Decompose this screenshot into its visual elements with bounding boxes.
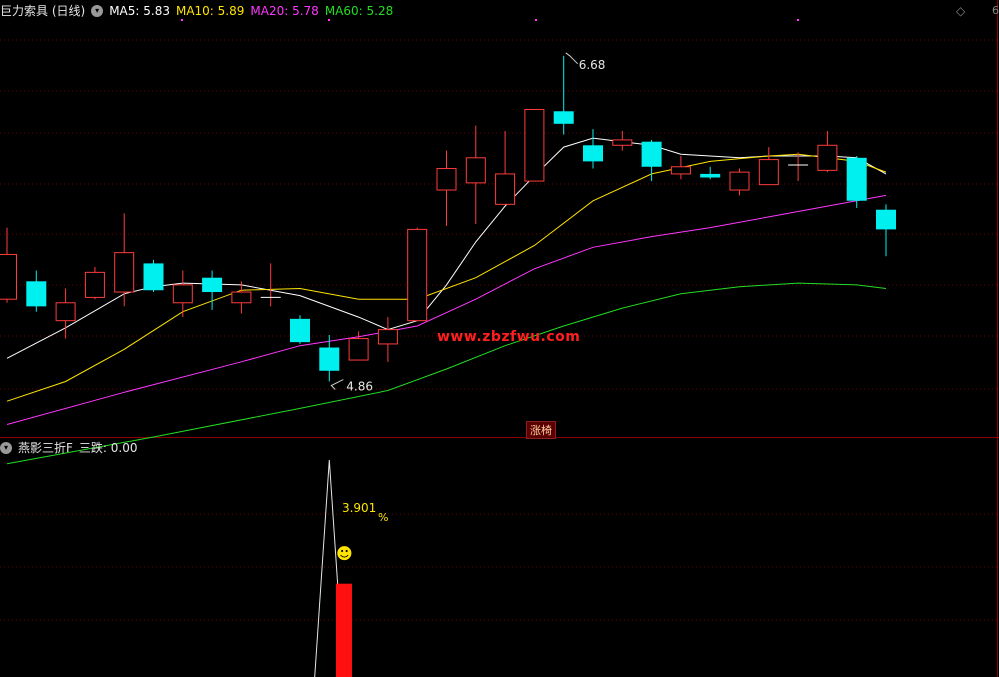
- candle: [0, 227, 17, 303]
- candle: [700, 166, 721, 180]
- candle-body: [612, 139, 633, 146]
- low-price-label: 4.86: [346, 380, 373, 394]
- candle: [876, 204, 896, 257]
- candle-body: [0, 253, 17, 300]
- candle: [729, 168, 750, 196]
- candle: [788, 152, 809, 182]
- high-pointer: [565, 52, 579, 65]
- candle-body: [172, 284, 193, 304]
- candle-body: [407, 228, 428, 322]
- candle: [846, 156, 867, 208]
- candle: [612, 130, 633, 151]
- ma10-legend: MA10: 5.89: [175, 4, 245, 18]
- indicator-header: ▾ 燕影三折F 三跌: 0.00: [0, 438, 143, 458]
- candle: [407, 227, 428, 322]
- candle-body: [231, 291, 252, 304]
- candle-body: [290, 318, 310, 343]
- candle: [172, 270, 193, 318]
- candle-body: [84, 271, 105, 298]
- candle: [377, 317, 398, 362]
- candle-body: [436, 168, 457, 191]
- candle-body: [817, 144, 838, 171]
- candle-body: [319, 347, 340, 371]
- low-pointer: [330, 379, 344, 390]
- ma5-legend: MA5: 5.83: [109, 4, 170, 18]
- candle-body: [26, 281, 47, 307]
- candle: [26, 270, 47, 312]
- candle: [817, 130, 838, 173]
- corner-text: 6: [992, 4, 999, 17]
- indicator-percent-unit: %: [378, 511, 388, 524]
- indicator-panel: 3.901% ☻: [314, 459, 388, 677]
- top-marker: [797, 19, 799, 21]
- ma-line-ma60: [6, 282, 887, 465]
- candle-body: [758, 159, 779, 186]
- candle: [436, 150, 457, 226]
- candle-body: [700, 173, 721, 178]
- candle: [143, 259, 164, 293]
- candle: [290, 315, 310, 344]
- diamond-icon[interactable]: ◇: [956, 4, 965, 18]
- indicator-title: 燕影三折F: [18, 441, 73, 455]
- candle-body: [143, 263, 164, 291]
- candle-body: [583, 145, 603, 162]
- candle-body: [202, 277, 223, 293]
- candle: [495, 130, 516, 205]
- candle-body: [114, 252, 135, 293]
- candle-body: [55, 302, 76, 322]
- indicator-percent-label: 3.901: [342, 501, 376, 515]
- candle-body: [876, 209, 896, 230]
- indicator-bar: [335, 583, 352, 677]
- candle-body: [377, 329, 398, 345]
- candle-body: [553, 111, 574, 124]
- candle-body: [495, 173, 516, 205]
- watermark: www.zbzfwu.com: [437, 329, 581, 345]
- candle-body: [524, 108, 545, 182]
- ma20-legend: MA20: 5.78: [250, 4, 319, 18]
- candle-body: [729, 171, 750, 191]
- candle: [553, 55, 574, 135]
- chevron-down-icon[interactable]: ▾: [91, 5, 104, 17]
- high-price-label: 6.68: [579, 58, 606, 72]
- limit-up-label: 涨椅: [526, 421, 556, 439]
- main-header: 巨力索具 (日线) ▾ MA5: 5.83 MA10: 5.89 MA20: 5…: [0, 1, 399, 21]
- candle-body: [641, 141, 662, 167]
- candle: [583, 129, 603, 169]
- chevron-down-icon[interactable]: ▾: [0, 442, 12, 454]
- candle: [260, 263, 281, 307]
- candle-body: [670, 166, 691, 175]
- ma60-legend: MA60: 5.28: [324, 4, 394, 18]
- top-marker: [535, 19, 537, 21]
- candle: [114, 213, 135, 307]
- indicator-value: 三跌: 0.00: [78, 441, 138, 455]
- candle: [465, 125, 486, 225]
- candle: [670, 156, 691, 180]
- smiley-icon: ☻: [336, 544, 353, 563]
- candle: [641, 139, 662, 182]
- candle-body: [465, 157, 486, 184]
- ma-line-ma20: [6, 194, 887, 425]
- candle: [758, 147, 779, 186]
- main-title: 巨力索具 (日线): [0, 4, 86, 18]
- candle: [524, 108, 545, 182]
- candle-body: [348, 338, 369, 361]
- candle-body: [846, 157, 867, 201]
- candle: [84, 266, 105, 300]
